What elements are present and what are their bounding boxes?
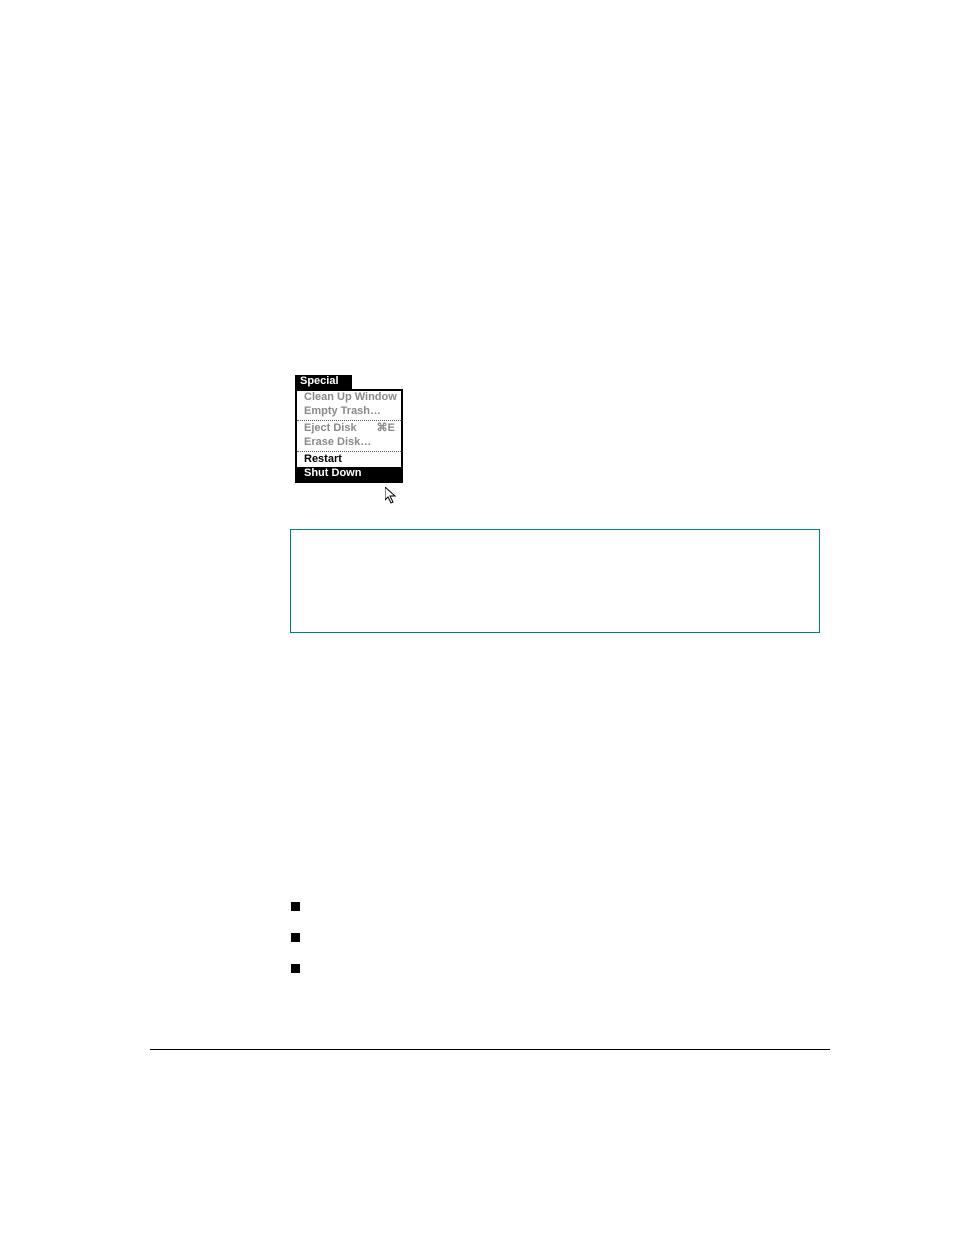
menu-separator — [297, 451, 401, 452]
menu-item-label: Eject Disk — [304, 422, 357, 434]
footer-rule — [150, 1049, 830, 1050]
menu-item-eject-disk[interactable]: Eject Disk ⌘E — [297, 422, 401, 436]
bullet-list — [291, 902, 791, 995]
menu-separator — [297, 420, 401, 421]
note-box — [290, 529, 820, 633]
menu-item-erase-disk[interactable]: Erase Disk… — [297, 436, 401, 450]
menu-item-clean-up-window[interactable]: Clean Up Window — [297, 391, 401, 405]
bullet-icon — [291, 964, 300, 973]
menu-item-shut-down[interactable]: Shut Down — [297, 467, 401, 481]
menu-item-restart[interactable]: Restart — [297, 453, 401, 467]
bullet-icon — [291, 902, 300, 911]
menu-item-empty-trash[interactable]: Empty Trash… — [297, 405, 401, 419]
menu-body: Clean Up Window Empty Trash… Eject Disk … — [295, 389, 403, 483]
bullet-icon — [291, 933, 300, 942]
menu-title[interactable]: Special — [295, 375, 352, 389]
menu-item-shortcut: ⌘E — [377, 423, 395, 434]
special-menu[interactable]: Special Clean Up Window Empty Trash… Eje… — [295, 375, 403, 483]
pointer-cursor-icon — [385, 487, 399, 505]
